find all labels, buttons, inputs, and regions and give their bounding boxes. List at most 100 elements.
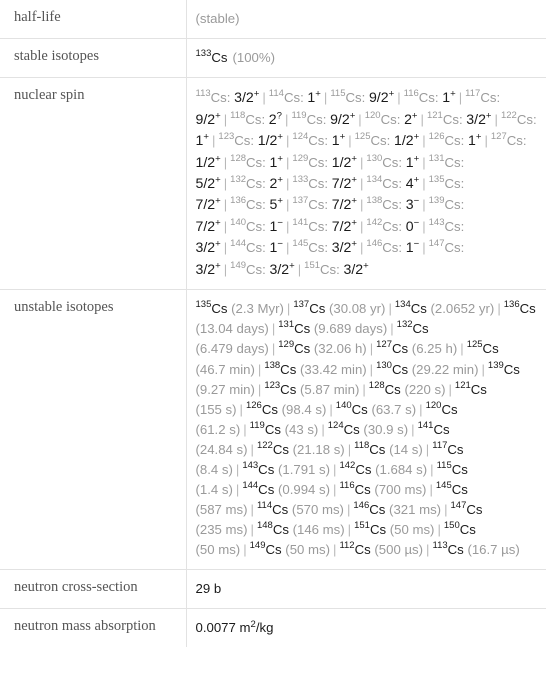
nuclear-spin-value: 1+ xyxy=(467,131,482,149)
unstable-isotope-half-life: (6.25 h) xyxy=(411,341,458,357)
isotope-mass-number: 118 xyxy=(354,439,370,451)
list-separator: | xyxy=(362,381,366,397)
unstable-isotope: 128Cs xyxy=(368,379,401,397)
nuclear-spin-entry: 138Cs: 3− xyxy=(366,195,420,213)
unstable-isotope: 138Cs xyxy=(264,359,297,377)
nuclear-spin-parity: + xyxy=(215,174,221,186)
neutron-cross-section-value: 29 b xyxy=(195,581,222,597)
unstable-isotope: 144Cs xyxy=(242,480,275,497)
absorption-number: 0.0077 xyxy=(195,620,236,636)
nuclear-spin-value: 7/2+ xyxy=(331,217,357,234)
isotope-mass-number: 127 xyxy=(490,131,507,143)
nuclear-spin-isotope: 120Cs: xyxy=(364,109,401,127)
nuclear-spin-isotope: 138Cs: xyxy=(366,195,403,213)
isotope-mass-number: 146 xyxy=(353,500,370,512)
row-value-unstable-isotopes: 135Cs (2.3 Myr) | 137Cs (30.08 yr) | 134Cs (… xyxy=(186,290,546,570)
list-separator: | xyxy=(458,90,463,106)
nuclear-spin-isotope: 119Cs: xyxy=(291,109,327,127)
list-separator: | xyxy=(420,111,424,127)
isotope-mass-number: 118 xyxy=(230,109,246,121)
nuclear-spin-parity: + xyxy=(289,260,295,272)
row-label-half-life: half-life xyxy=(0,0,187,39)
nuclear-spin-isotope: 116Cs: xyxy=(403,88,439,106)
isotope-mass-number: 136 xyxy=(230,195,247,207)
list-separator: | xyxy=(250,522,254,538)
list-separator: | xyxy=(257,381,262,397)
nuclear-spin-value: 2+ xyxy=(269,174,283,191)
nuclear-spin-parity: + xyxy=(215,110,221,122)
nuclear-spin-value: 1− xyxy=(269,239,283,256)
nuclear-spin-isotope: 140Cs: xyxy=(230,217,266,234)
row-label-nuclear-spin: nuclear spin xyxy=(0,77,187,290)
nuclear-spin-value: 1+ xyxy=(331,131,346,149)
nuclear-spin-isotope: 131Cs: xyxy=(428,152,465,170)
list-separator: | xyxy=(223,218,228,234)
nuclear-spin-value: 1/2+ xyxy=(195,153,221,170)
nuclear-spin-value: 3− xyxy=(405,196,420,213)
nuclear-spin-value: 1+ xyxy=(269,153,283,170)
list-separator: | xyxy=(223,261,228,277)
nuclear-spin-isotope: 114Cs: xyxy=(268,88,304,106)
isotope-mass-number: 140 xyxy=(335,399,352,411)
nuclear-spin-isotope: 144Cs: xyxy=(230,238,266,256)
isotope-mass-number: 115 xyxy=(330,88,346,100)
isotope-mass-number: 143 xyxy=(242,459,259,471)
isotope-mass-number: 146 xyxy=(366,238,383,250)
unstable-isotope-half-life: (30.08 yr) xyxy=(329,301,386,317)
unstable-isotope: 151Cs xyxy=(354,520,387,538)
list-separator: | xyxy=(329,401,333,417)
unstable-isotope-half-life: (98.4 s) xyxy=(281,401,327,417)
unstable-isotope: 120Cs xyxy=(425,399,458,417)
list-separator: | xyxy=(347,441,352,457)
nuclear-spin-value: 7/2+ xyxy=(195,196,221,213)
isotope-mass-number: 133 xyxy=(292,174,309,186)
nuclear-spin-entry: 144Cs: 1− xyxy=(230,238,283,256)
list-separator: | xyxy=(359,176,364,191)
isotope-mass-number: 115 xyxy=(436,459,452,471)
unstable-isotope: 141Cs xyxy=(417,419,450,437)
list-separator: | xyxy=(223,154,228,170)
unstable-isotope: 114Cs xyxy=(256,500,289,517)
nuclear-spin-isotope: 147Cs: xyxy=(428,238,465,256)
nuclear-spin-isotope: 136Cs: xyxy=(230,195,266,213)
nuclear-spin-isotope: 129Cs: xyxy=(292,152,329,170)
list-separator: | xyxy=(262,90,266,106)
list-separator: | xyxy=(359,154,364,170)
isotope-mass-number: 141 xyxy=(417,419,434,431)
nuclear-spin-value: 1− xyxy=(405,239,420,256)
list-separator: | xyxy=(359,197,364,213)
nuclear-spin-entry: 142Cs: 0− xyxy=(366,218,419,234)
list-separator: | xyxy=(429,481,433,497)
nuclear-spin-value: 2+ xyxy=(404,110,418,127)
isotope-mass-number: 145 xyxy=(435,480,452,492)
list-separator: | xyxy=(422,218,426,234)
unstable-isotope-half-life: (29.22 min) xyxy=(411,361,479,377)
row-label-neutron-cross-section: neutron cross-section xyxy=(0,569,187,609)
list-separator: | xyxy=(243,542,247,558)
isotope-mass-number: 114 xyxy=(268,88,284,100)
list-separator: | xyxy=(285,176,290,191)
isotope-mass-number: 124 xyxy=(327,419,344,431)
isotope-mass-number: 129 xyxy=(292,152,309,164)
list-separator: | xyxy=(271,321,276,337)
list-separator: | xyxy=(250,501,254,517)
isotope-mass-number: 131 xyxy=(428,152,445,164)
nuclear-spin-entry: 134Cs: 4+ xyxy=(366,174,419,191)
unstable-isotope-half-life: (24.84 s) xyxy=(195,441,248,457)
nuclear-spin-value: 5/2+ xyxy=(195,174,221,191)
absorption-unit-base: m xyxy=(239,620,251,636)
isotope-mass-number: 134 xyxy=(366,174,383,186)
unstable-isotope-half-life: (30.9 s) xyxy=(363,421,409,437)
unstable-isotope: 118Cs xyxy=(354,439,386,457)
unstable-isotope: 117Cs xyxy=(432,439,464,457)
isotope-mass-number: 132 xyxy=(230,174,247,186)
row-value-neutron-cross-section: 29 b xyxy=(186,570,546,609)
nuclear-spin-isotope: 137Cs: xyxy=(292,195,329,213)
list-separator: | xyxy=(243,421,247,437)
stable-isotope: 133Cs xyxy=(195,48,228,66)
unstable-isotope: 123Cs xyxy=(264,379,297,397)
isotope-mass-number: 151 xyxy=(354,520,370,532)
half-life-value: (stable) xyxy=(195,11,240,26)
list-separator: | xyxy=(286,301,291,317)
nuclear-spin-isotope: 133Cs: xyxy=(292,174,329,191)
